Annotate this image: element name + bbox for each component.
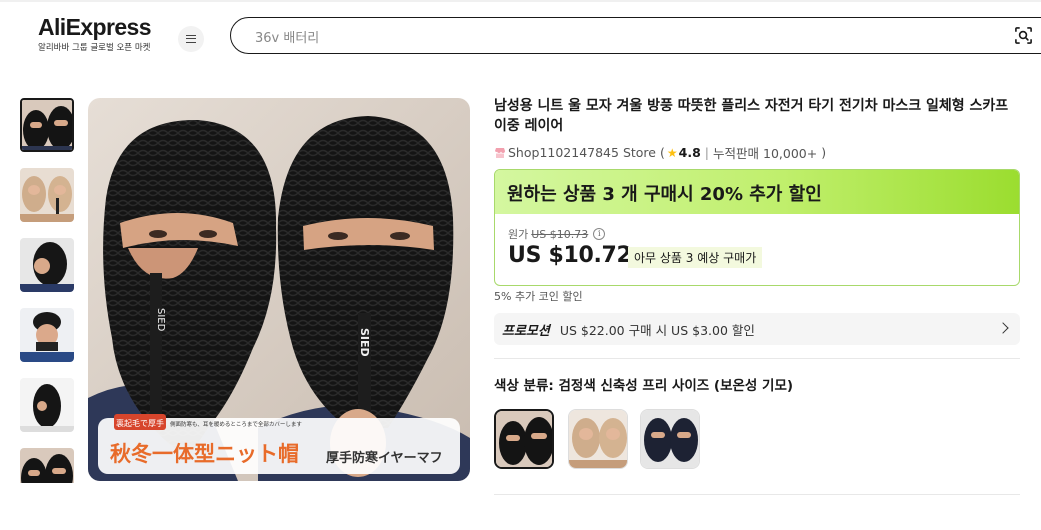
menu-icon[interactable] [178,26,204,52]
product-page: AliExpress 알리바바 그룹 글로벌 오픈 마켓 36v 배터리 SIE… [0,0,1041,530]
variant-label: 색상 분류: 검정색 신축성 프리 사이즈 (보온성 기모) [494,378,794,394]
color-swatch-black[interactable] [494,409,554,469]
main-product-image[interactable]: SIED SIED 裏起毛で厚手 側面防寒も、耳を暖めるところまで全部カバーしま… [88,98,470,481]
color-swatch-beige[interactable] [568,409,628,469]
original-price-row: 원가 US $10.73 i [508,226,606,242]
chevron-right-icon [997,322,1009,334]
original-label: 원가 [508,228,529,241]
deal-box: 원하는 상품 3 개 구매시 20% 추가 할인 원가 US $10.73 i … [494,169,1020,286]
search-input[interactable]: 36v 배터리 [255,27,319,46]
thumbnail-5[interactable] [20,378,74,432]
zipper-text-left: SIED [155,308,166,332]
thumbnail-3[interactable] [20,238,74,292]
current-price: US $10.72 [508,243,632,268]
promotion-row[interactable]: 프로모션 US $22.00 구매 시 US $3.00 할인 [494,313,1020,345]
banner-main: 秋冬一体型ニット帽 [110,442,299,466]
search-bar[interactable]: 36v 배터리 [230,17,1041,54]
banner-right: 厚手防寒イヤーマフ [326,450,443,466]
promo-label: 프로모션 [502,323,550,339]
divider [494,358,1020,359]
store-rating: 4.8 [678,145,701,160]
thumbnail-6[interactable] [20,448,74,483]
original-price: US $10.73 [531,227,589,241]
paren-open: ( [659,145,665,160]
store-icon [495,147,505,158]
thumbnail-list [20,98,74,483]
coin-discount: 5% 추가 코인 할인 [494,290,583,303]
logo-text: AliExpress [38,14,152,40]
product-title: 남성용 니트 울 모자 겨울 방풍 따뜻한 플리스 자전거 타기 전기차 마스크… [494,98,1009,134]
store-name[interactable]: Shop1102147845 Store [508,145,656,160]
info-icon[interactable]: i [593,228,606,240]
color-swatch-navy[interactable] [640,409,700,469]
separator: | [704,145,710,160]
zipper-text-right: SIED [358,328,371,357]
divider [494,494,1020,495]
aliexpress-logo[interactable]: AliExpress 알리바바 그룹 글로벌 오픈 마켓 [38,14,162,58]
store-info: Shop1102147845 Store ( ★ 4.8 | 누적판매 10,0… [494,143,826,162]
deal-headline: 원하는 상품 3 개 구매시 20% 추가 할인 [495,170,1019,214]
sold-count: 누적판매 10,000+ [713,146,818,161]
banner-tag: 裏起毛で厚手 [116,418,164,428]
thumbnail-2[interactable] [20,168,74,222]
paren-close: ) [821,145,827,160]
image-search-icon[interactable] [1014,26,1033,45]
thumbnail-1[interactable] [20,98,74,152]
logo-subtitle: 알리바바 그룹 글로벌 오픈 마켓 [38,43,151,53]
price-note: 아무 상품 3 예상 구매가 [628,247,763,268]
banner-small: 側面防寒も、耳を暖めるところまで全部カバーします [170,420,302,428]
promo-text: US $22.00 구매 시 US $3.00 할인 [559,322,755,338]
star-icon: ★ [666,145,678,160]
top-border [0,0,1041,2]
thumbnail-4[interactable] [20,308,74,362]
